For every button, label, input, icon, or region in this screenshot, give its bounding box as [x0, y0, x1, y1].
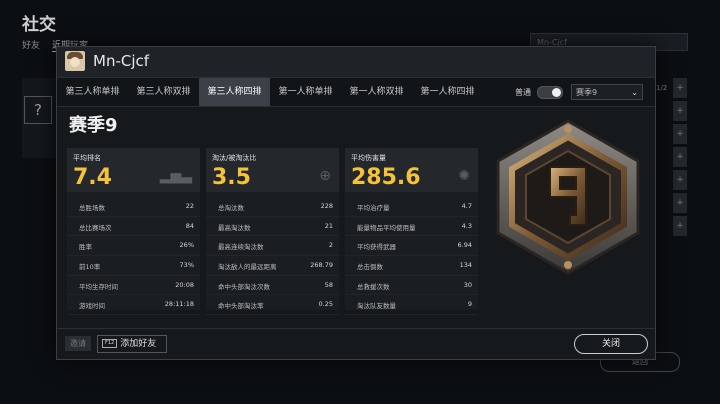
- tab-tpp-solo[interactable]: 第三人称单排: [57, 78, 128, 106]
- close-button[interactable]: 关闭: [574, 334, 648, 354]
- mode-tabs: 第三人称单排 第三人称双排 第三人称四排 第一人称单排 第一人称双排 第一人称四…: [57, 78, 655, 107]
- burst-icon: ✺: [458, 168, 470, 184]
- season-9-emblem-icon: [496, 119, 640, 275]
- stat-row: 总淘汰数 228: [206, 197, 339, 217]
- panel-label: 淘汰/被淘汰比: [212, 154, 257, 162]
- stat-row: 最高淘汰数 21: [206, 217, 339, 237]
- add-friend-icon[interactable]: +: [673, 124, 687, 144]
- stat-row: 总胜场数 22: [67, 197, 200, 217]
- unknown-avatar-icon: ?: [24, 96, 52, 124]
- add-friend-icon[interactable]: +: [673, 101, 687, 121]
- modal-header: Mn-Cjcf: [57, 47, 655, 78]
- mode-toggle[interactable]: [537, 86, 563, 99]
- add-friend-icon[interactable]: +: [673, 170, 687, 190]
- panel-value: 3.5: [212, 165, 251, 190]
- stat-row: 最高连续淘汰数 2: [206, 236, 339, 257]
- tab-fpp-solo[interactable]: 第一人称单排: [270, 78, 341, 106]
- tab-fpp-duo[interactable]: 第一人称双排: [341, 78, 412, 106]
- stat-row: 平均治疗量 4.7: [345, 197, 478, 217]
- add-friend-icon[interactable]: +: [673, 147, 687, 167]
- tab-tpp-squad[interactable]: 第三人称四排: [199, 78, 270, 106]
- panel-label: 平均伤害量: [351, 154, 386, 162]
- rank-panel: 平均排名 7.4 ▂▅▃ 总胜场数 22 总比赛场次 84 胜率 26% 前10率 73…: [67, 148, 200, 316]
- keyboard-shortcut: F12: [102, 339, 118, 348]
- panel-label: 平均排名: [73, 154, 101, 162]
- season-select[interactable]: 赛季9 ⌄: [571, 84, 643, 100]
- player-name: Mn-Cjcf: [93, 52, 150, 70]
- crosshair-icon: ⊕: [319, 168, 331, 184]
- season-title: 赛季9: [69, 115, 118, 136]
- tab-tpp-duo[interactable]: 第三人称双排: [128, 78, 199, 106]
- page-indicator: 1/2: [656, 84, 668, 92]
- stat-row: 平均生存时间 20:08: [67, 276, 200, 296]
- add-friend-icon[interactable]: +: [673, 216, 687, 236]
- add-friend-label: 添加好友: [120, 339, 157, 349]
- row-action-icons: + + + + + + +: [673, 78, 687, 236]
- player-stats-modal: Mn-Cjcf 第三人称单排 第三人称双排 第三人称四排 第一人称单排 第一人称…: [56, 46, 656, 360]
- podium-icon: ▂▅▃: [159, 168, 192, 184]
- chevron-down-icon: ⌄: [631, 88, 638, 97]
- mode-label: 普通: [515, 88, 531, 97]
- modal-footer: 邀请 F12 添加好友 关闭: [57, 328, 655, 359]
- stat-row: 游戏时间 28:11:18: [67, 295, 200, 316]
- add-friend-icon[interactable]: +: [673, 78, 687, 98]
- stat-row: 淘汰敌人的最远距离 268.79: [206, 256, 339, 276]
- panel-value: 285.6: [351, 165, 421, 190]
- avatar: [65, 51, 85, 71]
- stat-row: 平均获得武器 6.94: [345, 236, 478, 257]
- stat-row: 胜率 26%: [67, 236, 200, 257]
- damage-panel: 平均伤害量 285.6 ✺ 平均治疗量 4.7 能量物品平均使用量 4.3 平均获得…: [345, 148, 478, 316]
- tab-fpp-squad[interactable]: 第一人称四排: [412, 78, 483, 106]
- add-friend-icon[interactable]: +: [673, 193, 687, 213]
- stat-row: 命中头部淘汰率 0.25: [206, 295, 339, 316]
- stat-row: 总击倒数 134: [345, 256, 478, 276]
- tab-friends[interactable]: 好友: [22, 38, 40, 52]
- season-select-value: 赛季9: [576, 88, 598, 97]
- stat-row: 总救援次数 30: [345, 276, 478, 296]
- panel-value: 7.4: [73, 165, 112, 190]
- stat-row: 总比赛场次 84: [67, 217, 200, 237]
- kd-panel: 淘汰/被淘汰比 3.5 ⊕ 总淘汰数 228 最高淘汰数 21 最高连续淘汰数 2 淘…: [206, 148, 339, 316]
- stat-row: 前10率 73%: [67, 256, 200, 276]
- stat-row: 淘汰队友数量 9: [345, 295, 478, 316]
- social-title: 社交: [22, 15, 56, 35]
- stat-row: 能量物品平均使用量 4.3: [345, 217, 478, 237]
- invite-button[interactable]: 邀请: [65, 336, 91, 351]
- add-friend-button[interactable]: F12 添加好友: [97, 335, 167, 353]
- stat-row: 命中头部淘汰次数 58: [206, 276, 339, 296]
